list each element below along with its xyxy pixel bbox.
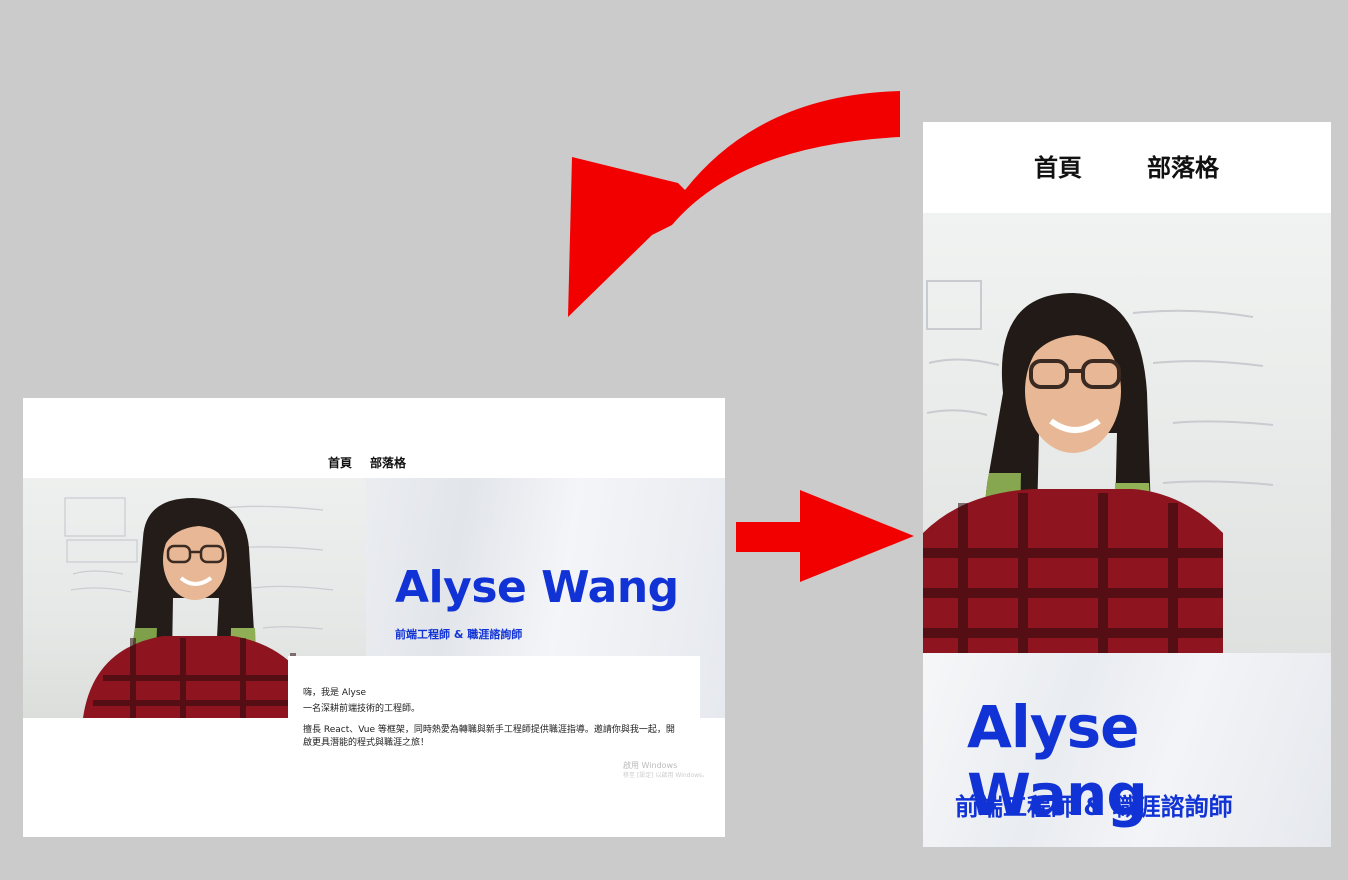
nav-blog-link[interactable]: 部落格 [370,454,406,471]
desktop-mockup: 首頁 部落格 Alyse Wang 前端工程師 & 職涯諮詢師 嗨，我是 Aly… [23,398,725,837]
desktop-nav: 首頁 部落格 [23,398,725,478]
intro-body: 擅長 React、Vue 等框架，同時熱愛為轉職與新手工程師提供職涯指導。邀請你… [303,725,675,735]
mobile-mockup: 首頁 部落格 Alyse Wang 前端工程師 & 職涯諮詢師 [923,122,1331,847]
profile-photo [923,213,1331,653]
hero-name: Alyse Wang [395,562,679,613]
intro-greeting: 嗨，我是 Alyse [303,688,367,698]
nav-home-link[interactable]: 首頁 [328,454,352,471]
intro-card: 嗨，我是 Alyse 一名深耕前端技術的工程師。 擅長 React、Vue 等框… [288,656,700,806]
curved-arrow-icon [568,91,900,317]
windows-watermark-text: 移至 [設定] 以啟用 Windows。 [623,772,709,779]
hero-role: 前端工程師 & 職涯諮詢師 [955,793,1233,821]
hero-role: 前端工程師 & 職涯諮詢師 [395,628,523,641]
nav-blog-link[interactable]: 部落格 [1147,148,1219,183]
nav-home-link[interactable]: 首頁 [1034,148,1082,183]
right-arrow-icon [736,490,914,582]
intro-body-cont: 啟更具潛能的程式與職涯之旅！ [303,738,430,748]
intro-role-line: 一名深耕前端技術的工程師。 [303,704,421,714]
mobile-hero-text: Alyse Wang 前端工程師 & 職涯諮詢師 [923,653,1331,847]
